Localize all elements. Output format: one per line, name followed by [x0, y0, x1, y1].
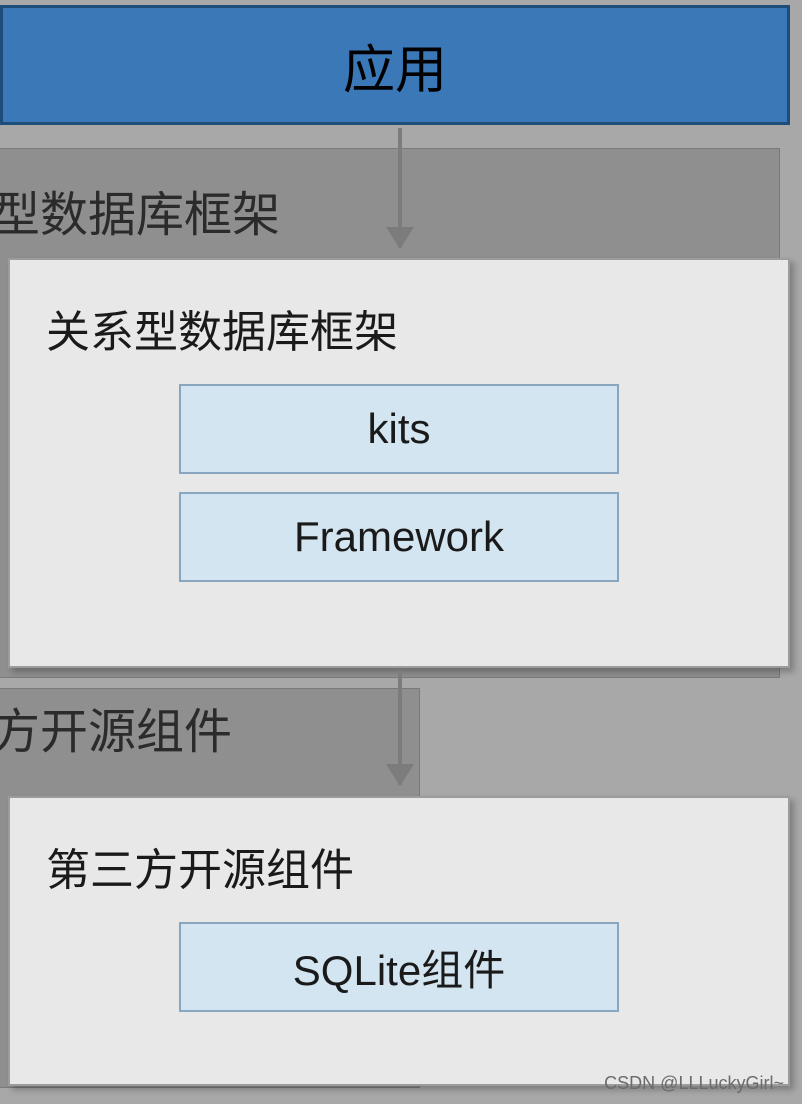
- kits-label: kits: [368, 405, 431, 453]
- bg-label-framework: 型数据库框架: [0, 175, 280, 245]
- thirdparty-card: 第三方开源组件 SQLite组件: [8, 796, 790, 1086]
- arrow-1: [398, 128, 402, 248]
- sqlite-box: SQLite组件: [179, 922, 619, 1012]
- framework-box: Framework: [179, 492, 619, 582]
- thirdparty-card-title: 第三方开源组件: [46, 834, 788, 898]
- arrow-2: [398, 670, 402, 785]
- bg-label-thirdparty: 方开源组件: [0, 692, 232, 762]
- framework-card-title: 关系型数据库框架: [46, 296, 788, 360]
- framework-card: 关系型数据库框架 kits Framework: [8, 258, 790, 668]
- kits-box: kits: [179, 384, 619, 474]
- application-label: 应用: [343, 28, 447, 103]
- application-box: 应用: [0, 5, 790, 125]
- framework-label: Framework: [294, 513, 504, 561]
- sqlite-label: SQLite组件: [293, 937, 505, 998]
- watermark: CSDN @LLLuckyGirl~: [604, 1073, 784, 1094]
